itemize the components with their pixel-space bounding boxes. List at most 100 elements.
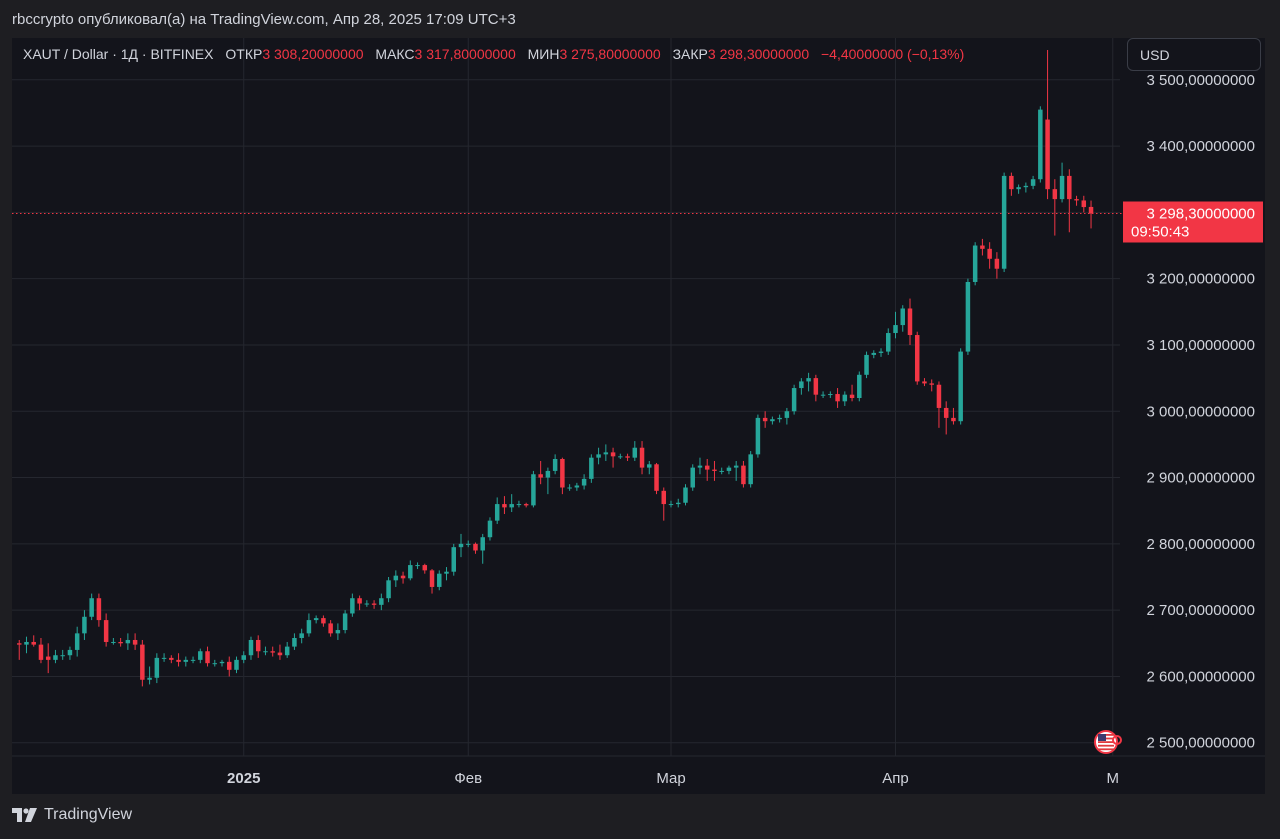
candle-body <box>596 454 601 458</box>
candle <box>516 500 522 508</box>
candle-body <box>676 502 681 505</box>
candle <box>67 646 73 660</box>
candle-body <box>277 652 283 656</box>
candle <box>60 649 65 660</box>
candle <box>212 659 218 667</box>
candles <box>16 49 1094 687</box>
symbol-title[interactable]: XAUT / Dollar · 1Д · BITFINEX <box>23 46 213 62</box>
candle <box>596 447 601 465</box>
screenshot-frame: rbccrypto опубликовал(а) на TradingView.… <box>0 0 1280 839</box>
low-value: 3 275,80000000 <box>559 46 661 62</box>
candle-body <box>451 547 456 572</box>
candle-body <box>1045 119 1050 190</box>
candle <box>545 467 551 495</box>
candle-body <box>864 354 869 375</box>
candle-body <box>842 394 848 402</box>
candle <box>161 653 167 662</box>
candle-body <box>1016 187 1021 190</box>
candle-body <box>458 543 464 548</box>
candle <box>965 278 971 355</box>
candle <box>972 242 978 286</box>
candle <box>74 626 80 657</box>
high-label: МАКС <box>375 46 415 62</box>
candle-body <box>791 388 797 412</box>
y-tick-label: 3 400,00000000 <box>1147 138 1255 155</box>
y-tick-label: 3 500,00000000 <box>1147 72 1255 89</box>
candle <box>89 593 94 621</box>
candle <box>321 615 326 627</box>
candle-body <box>647 464 652 468</box>
candle <box>38 637 44 664</box>
candle <box>386 577 391 603</box>
candle-body <box>67 649 73 656</box>
candle-body <box>429 570 435 587</box>
candle <box>755 414 761 458</box>
candle <box>299 628 304 644</box>
candle <box>900 305 905 332</box>
candle-body <box>400 575 406 579</box>
candle-body <box>198 651 203 660</box>
candle-body <box>799 381 804 389</box>
candle <box>16 639 22 660</box>
flag-canton <box>1098 734 1106 741</box>
x-tick-label: М <box>1107 770 1120 787</box>
candle <box>661 487 667 521</box>
candle <box>328 620 333 637</box>
candle-body <box>248 639 254 656</box>
candle-body <box>965 281 971 352</box>
y-tick-label: 3 100,00000000 <box>1147 337 1255 354</box>
candle <box>647 460 652 475</box>
candle <box>335 623 341 640</box>
currency-button[interactable]: USD <box>1127 38 1261 71</box>
footer-brand[interactable]: TradingView <box>44 806 132 824</box>
candle <box>263 646 268 656</box>
candle-body <box>234 659 239 670</box>
candle-body <box>89 598 94 617</box>
candle <box>248 636 254 660</box>
candle-body <box>581 478 587 486</box>
candle <box>618 453 623 459</box>
close-label: ЗАКР <box>672 46 708 62</box>
candle-body <box>437 573 442 587</box>
candle-body <box>929 383 934 385</box>
candle-body <box>357 598 362 604</box>
candle-body <box>408 565 413 579</box>
candle-body <box>487 520 493 538</box>
candle-body <box>777 417 782 420</box>
candle-body <box>74 633 80 650</box>
candle-body <box>444 571 449 574</box>
candlestick-chart[interactable]: 2 500,00000000 2 600,00000000 2 700,000000… <box>12 38 1265 794</box>
candle-body <box>560 458 565 488</box>
x-tick-label: Мар <box>656 770 685 787</box>
candle-body <box>140 644 145 680</box>
candle <box>169 655 174 664</box>
candle-body <box>24 641 29 645</box>
candle <box>313 615 319 624</box>
candle <box>1009 172 1014 196</box>
time-axis[interactable]: 2025 Фев Мар Апр М <box>227 770 1119 787</box>
candle <box>784 407 790 425</box>
candle-body <box>205 651 210 664</box>
candle-body <box>364 603 370 605</box>
footer: TradingView <box>12 806 132 824</box>
candle-body <box>668 504 674 506</box>
chart-panel[interactable]: 2 500,00000000 2 600,00000000 2 700,000000… <box>12 38 1265 794</box>
candle <box>936 381 942 428</box>
candle-body <box>379 598 384 605</box>
candle-body <box>328 623 333 634</box>
candle-body <box>552 458 558 471</box>
candle-body <box>38 644 44 660</box>
candle <box>45 643 51 674</box>
candle-body <box>502 504 507 508</box>
candle-body <box>712 469 717 471</box>
us-flag-icon[interactable] <box>1094 730 1122 754</box>
candle-body <box>386 580 391 599</box>
candle-body <box>849 394 855 398</box>
candle <box>632 441 638 461</box>
candle <box>1001 172 1007 273</box>
candle <box>400 571 406 584</box>
candle-body <box>820 394 826 396</box>
candle-body <box>980 245 985 249</box>
candle <box>886 328 891 355</box>
candle-body <box>1088 206 1094 214</box>
